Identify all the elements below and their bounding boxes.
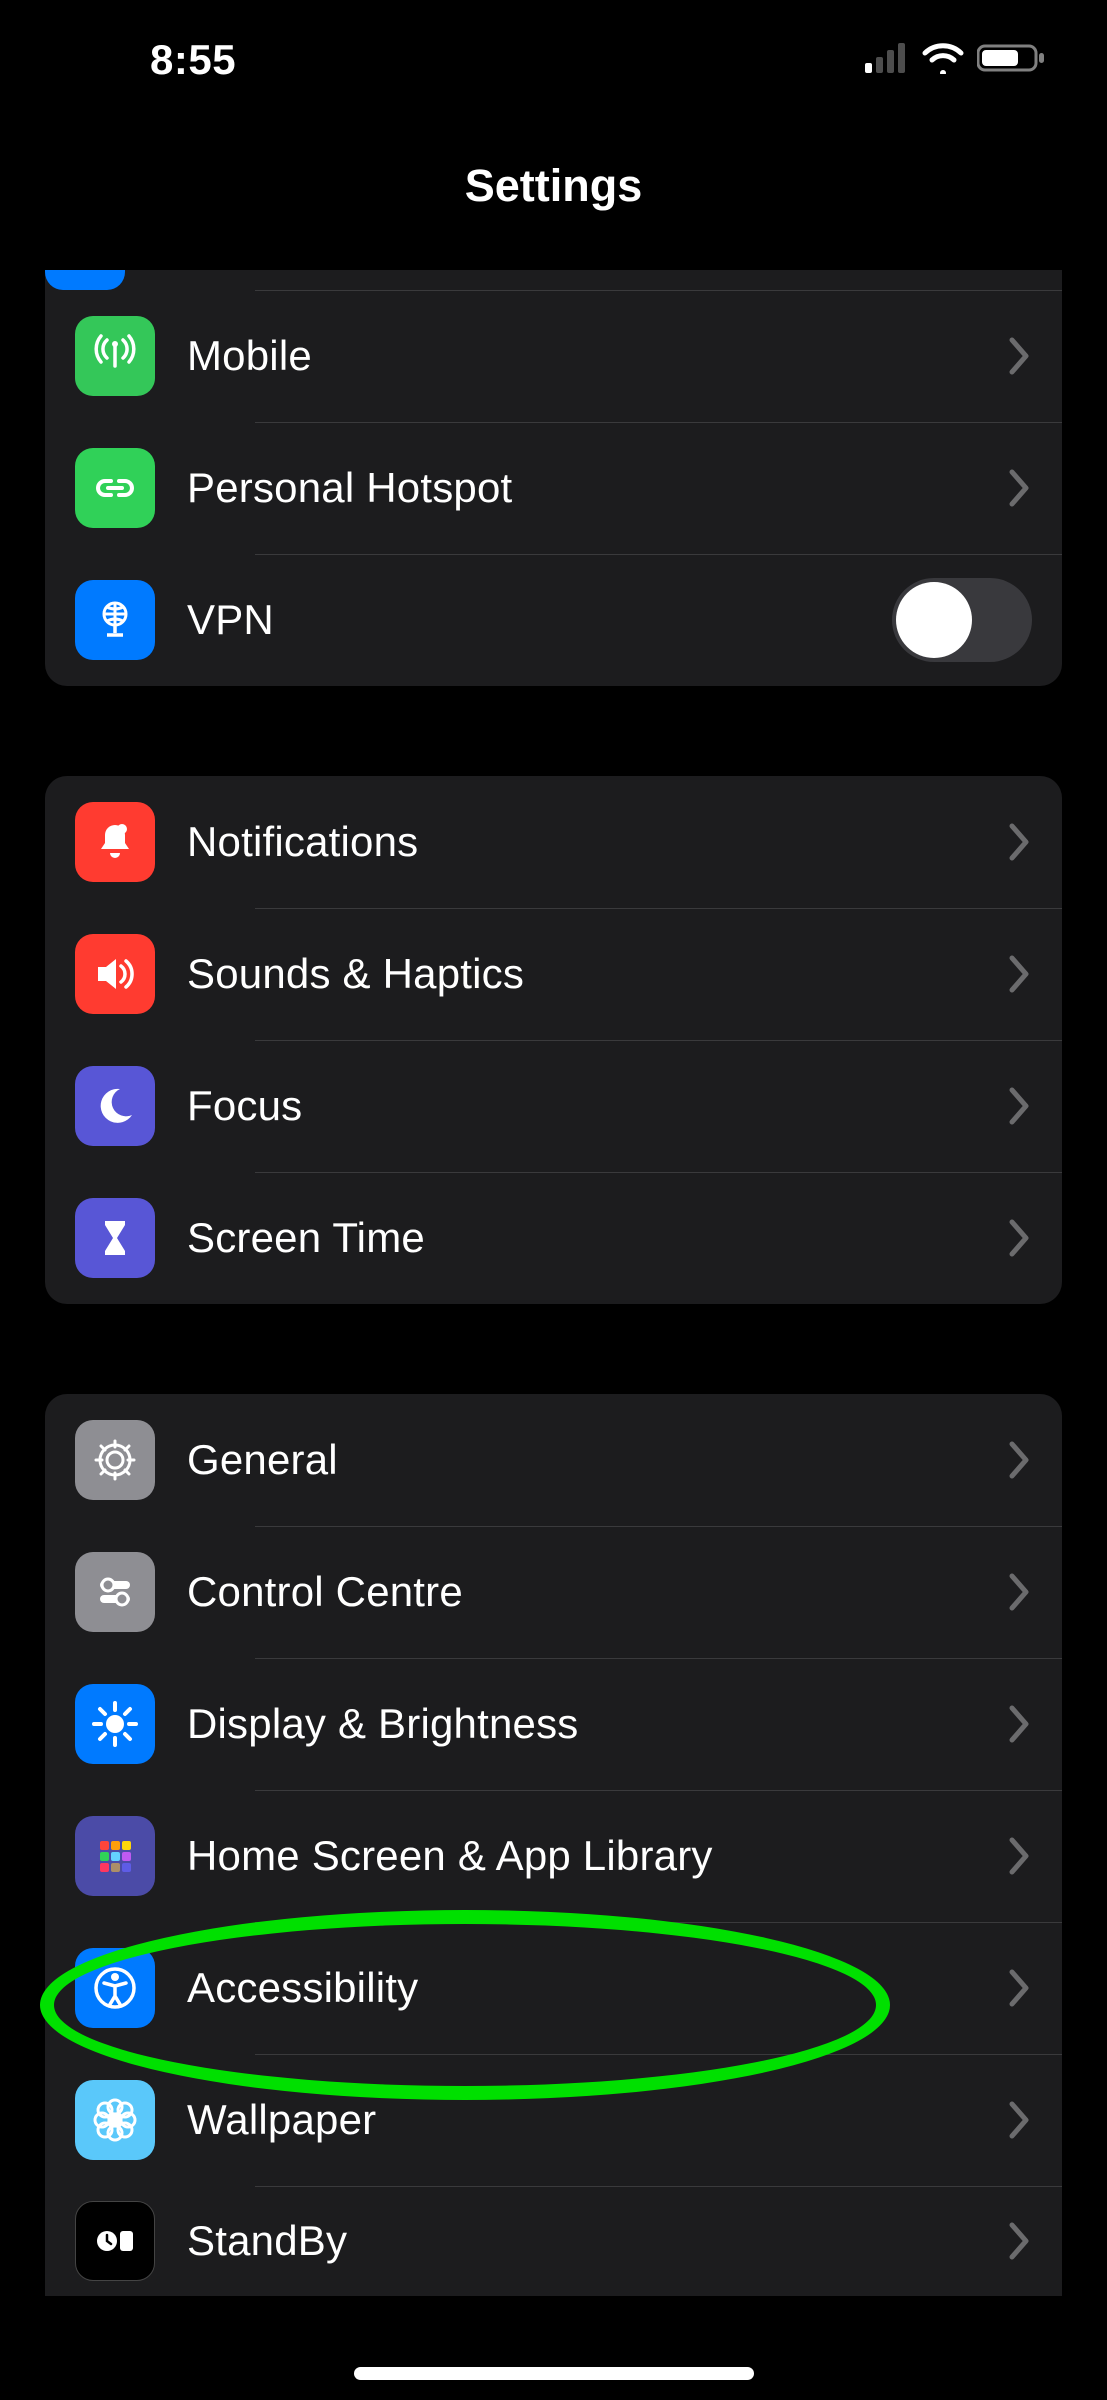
section-general: General Control Centre — [45, 1394, 1062, 2296]
speaker-icon — [75, 934, 155, 1014]
cellular-signal-icon — [865, 43, 909, 78]
row-label: Wallpaper — [187, 2096, 1006, 2144]
sun-icon — [75, 1684, 155, 1764]
row-label: General — [187, 1436, 1006, 1484]
list-item-display-brightness[interactable]: Display & Brightness — [45, 1658, 1062, 1790]
row-label: Display & Brightness — [187, 1700, 1006, 1748]
list-item-general[interactable]: General — [45, 1394, 1062, 1526]
list-item-focus[interactable]: Focus — [45, 1040, 1062, 1172]
chevron-right-icon — [1006, 2100, 1032, 2140]
unknown-icon — [45, 270, 125, 290]
nav-header: Settings — [0, 160, 1107, 212]
row-label: Home Screen & App Library — [187, 1832, 1006, 1880]
list-item-vpn[interactable]: VPN — [45, 554, 1062, 686]
row-label: Notifications — [187, 818, 1006, 866]
sliders-icon — [75, 1552, 155, 1632]
chevron-right-icon — [1006, 468, 1032, 508]
chevron-right-icon — [1006, 1572, 1032, 1612]
chevron-right-icon — [1006, 1440, 1032, 1480]
hourglass-icon — [75, 1198, 155, 1278]
list-item-sounds-haptics[interactable]: Sounds & Haptics — [45, 908, 1062, 1040]
list-item-mobile[interactable]: Mobile — [45, 290, 1062, 422]
status-icons — [865, 42, 1047, 79]
globe-stand-icon — [75, 580, 155, 660]
flower-icon — [75, 2080, 155, 2160]
chevron-right-icon — [1006, 1836, 1032, 1876]
app-grid-icon — [75, 1816, 155, 1896]
section-connectivity: Mobile Personal Hotspot — [45, 270, 1062, 686]
chevron-right-icon — [1006, 1218, 1032, 1258]
gear-icon — [75, 1420, 155, 1500]
row-label: VPN — [187, 596, 892, 644]
clock-card-icon — [75, 2201, 155, 2281]
toggle-knob — [896, 582, 972, 658]
status-time: 8:55 — [150, 36, 236, 84]
status-bar: 8:55 — [0, 0, 1107, 120]
row-label: Focus — [187, 1082, 1006, 1130]
page-title: Settings — [0, 160, 1107, 212]
chevron-right-icon — [1006, 822, 1032, 862]
list-item-accessibility[interactable]: Accessibility — [45, 1922, 1062, 2054]
chevron-right-icon — [1006, 954, 1032, 994]
list-item-personal-hotspot[interactable]: Personal Hotspot — [45, 422, 1062, 554]
list-item-control-centre[interactable]: Control Centre — [45, 1526, 1062, 1658]
row-label: StandBy — [187, 2217, 1006, 2265]
list-item-partial[interactable] — [45, 270, 1062, 290]
row-label: Sounds & Haptics — [187, 950, 1006, 998]
list-item-home-screen[interactable]: Home Screen & App Library — [45, 1790, 1062, 1922]
row-label: Screen Time — [187, 1214, 1006, 1262]
section-alerts: Notifications Sounds & Haptics — [45, 776, 1062, 1304]
settings-content: Mobile Personal Hotspot — [0, 270, 1107, 2400]
chevron-right-icon — [1006, 1086, 1032, 1126]
antenna-icon — [75, 316, 155, 396]
accessibility-icon — [75, 1948, 155, 2028]
list-item-notifications[interactable]: Notifications — [45, 776, 1062, 908]
bell-icon — [75, 802, 155, 882]
row-label: Accessibility — [187, 1964, 1006, 2012]
battery-icon — [977, 42, 1047, 79]
row-label: Personal Hotspot — [187, 464, 1006, 512]
list-item-wallpaper[interactable]: Wallpaper — [45, 2054, 1062, 2186]
chevron-right-icon — [1006, 1704, 1032, 1744]
row-label: Mobile — [187, 332, 1006, 380]
chevron-right-icon — [1006, 336, 1032, 376]
moon-icon — [75, 1066, 155, 1146]
chevron-right-icon — [1006, 2221, 1032, 2261]
row-label: Control Centre — [187, 1568, 1006, 1616]
home-indicator[interactable] — [354, 2367, 754, 2380]
list-item-screen-time[interactable]: Screen Time — [45, 1172, 1062, 1304]
link-icon — [75, 448, 155, 528]
vpn-toggle[interactable] — [892, 578, 1032, 662]
list-item-standby[interactable]: StandBy — [45, 2186, 1062, 2296]
wifi-icon — [921, 42, 965, 79]
chevron-right-icon — [1006, 1968, 1032, 2008]
